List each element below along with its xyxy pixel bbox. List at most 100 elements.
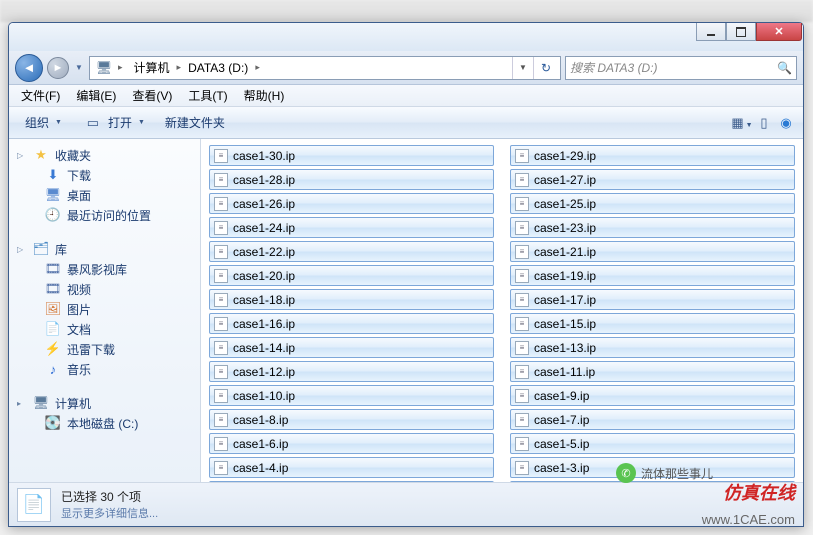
sidebar-item-desktop[interactable]: 🖥桌面 (9, 185, 200, 205)
sidebar-libraries-header[interactable]: ▷🗂库 (9, 239, 200, 259)
sidebar-computer-header[interactable]: ▸🖥计算机 (9, 393, 200, 413)
breadcrumb-seg-0[interactable]: 计算机 (130, 59, 174, 76)
file-tile[interactable]: ≡case1-11.ip (510, 361, 795, 382)
file-tile[interactable]: ≡case1-13.ip (510, 337, 795, 358)
file-name: case1-15.ip (534, 317, 596, 331)
file-tile[interactable]: ≡case1-4.ip (209, 457, 494, 478)
explorer-window: ◄ ► ▼ 🖥▸ 计算机▸ DATA3 (D:)▸ ▼ ↻ 搜索 DATA3 (… (8, 22, 804, 527)
help-button[interactable]: ◉ (775, 115, 797, 131)
file-name: case1-14.ip (233, 341, 295, 355)
file-icon: ≡ (214, 341, 228, 355)
sidebar-item-thunder[interactable]: ⚡迅雷下载 (9, 339, 200, 359)
file-tile[interactable]: ≡case1-21.ip (510, 241, 795, 262)
sidebar-item-downloads[interactable]: ⬇下载 (9, 165, 200, 185)
breadcrumb-seg-1[interactable]: DATA3 (D:) (184, 61, 252, 75)
file-name: case1-13.ip (534, 341, 596, 355)
organize-button[interactable]: 组织▼ (15, 111, 72, 134)
chevron-right-icon: ▷ (17, 245, 27, 254)
file-tile[interactable]: ≡case1-30.ip (209, 145, 494, 166)
file-tile[interactable]: ≡ case1-7.ip (510, 409, 795, 430)
preview-pane-button[interactable]: ▯ (753, 115, 775, 131)
file-tile[interactable]: ≡case1-16.ip (209, 313, 494, 334)
sidebar-item-music[interactable]: ♪音乐 (9, 359, 200, 379)
file-tile[interactable]: ≡case1-23.ip (510, 217, 795, 238)
file-icon: ≡ (515, 197, 529, 211)
file-tile[interactable]: ≡case1-8.ip (209, 409, 494, 430)
sidebar: ▷★收藏夹 ⬇下载 🖥桌面 🕘最近访问的位置 ▷🗂库 🎞暴风影视库 🎞视频 🖼图… (9, 139, 201, 482)
computer-icon: 🖥 (33, 395, 49, 411)
minimize-button[interactable] (696, 23, 726, 41)
video-icon: 🎞 (45, 281, 61, 297)
file-tile[interactable]: ≡ case1-25.ip (510, 193, 795, 214)
nav-history-dropdown[interactable]: ▼ (73, 57, 85, 79)
file-tile[interactable]: ≡case1-17.ip (510, 289, 795, 310)
file-tile[interactable]: ≡ case1-15.ip (510, 313, 795, 334)
file-tile[interactable]: ≡case1-10.ip (209, 385, 494, 406)
file-name: case1-8.ip (233, 413, 288, 427)
file-tile[interactable]: ≡case1-28.ip (209, 169, 494, 190)
back-button[interactable]: ◄ (15, 54, 43, 82)
file-tile[interactable]: ≡case1-18.ip (209, 289, 494, 310)
file-tile[interactable]: ≡case1-27.ip (510, 169, 795, 190)
file-tile[interactable]: ≡ case1-14.ip (209, 337, 494, 358)
new-folder-button[interactable]: 新建文件夹 (155, 111, 235, 134)
file-name: case1-5.ip (534, 437, 589, 451)
menu-tools[interactable]: 工具(T) (180, 85, 235, 106)
refresh-button[interactable]: ↻ (533, 57, 558, 79)
view-mode-button[interactable]: ▦▼ (731, 115, 753, 131)
menu-edit[interactable]: 编辑(E) (68, 85, 124, 106)
menu-help[interactable]: 帮助(H) (236, 85, 293, 106)
open-icon: ▭ (82, 115, 104, 131)
breadcrumb[interactable]: 🖥▸ 计算机▸ DATA3 (D:)▸ ▼ ↻ (89, 56, 561, 80)
file-tile[interactable]: ≡case1-29.ip (510, 145, 795, 166)
breadcrumb-dropdown[interactable]: ▼ (512, 57, 533, 79)
file-name: case1-18.ip (233, 293, 295, 307)
desktop-icon: 🖥 (45, 187, 61, 203)
file-list[interactable]: ≡case1-30.ip≡case1-29.ip≡case1-28.ip≡cas… (201, 139, 803, 482)
forward-button[interactable]: ► (47, 57, 69, 79)
file-name: case1-29.ip (534, 149, 596, 163)
search-icon[interactable]: 🔍 (777, 61, 792, 75)
recent-icon: 🕘 (45, 207, 61, 223)
sidebar-computer: ▸🖥计算机 💽本地磁盘 (C:) (9, 393, 200, 433)
sidebar-item-video[interactable]: 🎞视频 (9, 279, 200, 299)
open-button[interactable]: ▭打开▼ (72, 111, 155, 134)
file-name: case1-24.ip (233, 221, 295, 235)
close-button[interactable] (756, 23, 802, 41)
sidebar-item-storm[interactable]: 🎞暴风影视库 (9, 259, 200, 279)
search-placeholder: 搜索 DATA3 (D:) (570, 59, 658, 76)
file-tile[interactable]: ≡case1-9.ip (510, 385, 795, 406)
file-tile[interactable]: ≡case1-20.ip (209, 265, 494, 286)
file-name: case1-7.ip (534, 413, 589, 427)
file-name: case1-11.ip (534, 365, 595, 379)
file-tile[interactable]: ≡case1-12.ip (209, 361, 494, 382)
file-icon: ≡ (214, 317, 228, 331)
file-icon: ≡ (515, 413, 529, 427)
status-bar: 📄 已选择 30 个项 显示更多详细信息... (9, 482, 803, 526)
file-tile[interactable]: ≡case1-5.ip (510, 433, 795, 454)
file-name: case1-25.ip (534, 197, 596, 211)
file-tile[interactable]: ≡case1-26.ip (209, 193, 494, 214)
sidebar-item-recent[interactable]: 🕘最近访问的位置 (9, 205, 200, 225)
file-tile[interactable]: ≡case1-19.ip (510, 265, 795, 286)
sidebar-favorites-header[interactable]: ▷★收藏夹 (9, 145, 200, 165)
file-icon: ≡ (214, 245, 228, 259)
background-blur (0, 0, 813, 22)
thunder-icon: ⚡ (45, 341, 61, 357)
file-tile[interactable]: ≡case1-24.ip (209, 217, 494, 238)
menu-view[interactable]: 查看(V) (124, 85, 180, 106)
sidebar-item-disk-c[interactable]: 💽本地磁盘 (C:) (9, 413, 200, 433)
library-icon: 🗂 (33, 241, 49, 257)
file-tile[interactable]: ≡case1-6.ip (209, 433, 494, 454)
maximize-button[interactable] (726, 23, 756, 41)
file-icon: ≡ (515, 317, 529, 331)
status-details-link[interactable]: 显示更多详细信息... (61, 505, 158, 521)
toolbar: 组织▼ ▭打开▼ 新建文件夹 ▦▼ ▯ ◉ (9, 107, 803, 139)
file-tile[interactable]: ≡case1-22.ip (209, 241, 494, 262)
file-icon: ≡ (214, 269, 228, 283)
file-tile[interactable]: ≡case1-3.ip (510, 457, 795, 478)
sidebar-item-documents[interactable]: 📄文档 (9, 319, 200, 339)
sidebar-item-pictures[interactable]: 🖼图片 (9, 299, 200, 319)
search-input[interactable]: 搜索 DATA3 (D:) 🔍 (565, 56, 797, 80)
menu-file[interactable]: 文件(F) (13, 85, 68, 106)
